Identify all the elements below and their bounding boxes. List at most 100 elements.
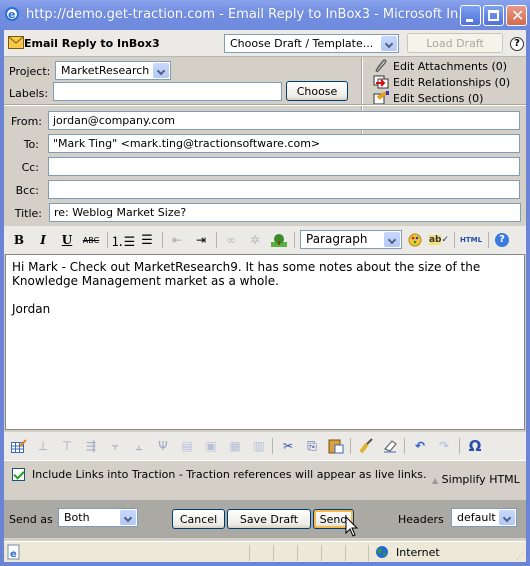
- labels-label: Labels:: [9, 87, 49, 100]
- table-properties-icon: ▥: [253, 439, 265, 453]
- close-button[interactable]: ✕: [506, 5, 527, 26]
- load-draft-button[interactable]: Load Draft: [407, 33, 503, 53]
- split-cells-icon: ▦: [229, 439, 241, 453]
- unordered-list-icon: ☰: [141, 232, 153, 248]
- cell-properties-icon: ▣: [205, 439, 217, 453]
- table-edit-icon: [11, 439, 27, 453]
- send-as-select[interactable]: Both: [58, 508, 138, 527]
- insert-row-above-button[interactable]: ⊥: [34, 437, 52, 455]
- chevron-down-icon: [384, 232, 400, 247]
- spellcheck-button[interactable]: ab ✓: [428, 231, 449, 249]
- insert-image-button[interactable]: [270, 231, 288, 249]
- split-cells-button[interactable]: ▦: [226, 437, 244, 455]
- insert-column-right-button[interactable]: ⫠: [130, 437, 148, 455]
- minimize-button[interactable]: [460, 5, 481, 26]
- to-input[interactable]: "Mark Ting" <mark.ting@tractionsoftware.…: [48, 134, 520, 153]
- paste-button[interactable]: [327, 437, 345, 455]
- remove-format-button[interactable]: [381, 437, 399, 455]
- merge-cells-button[interactable]: ▤: [178, 437, 196, 455]
- table-edit-button[interactable]: [10, 437, 28, 455]
- paste-icon: [328, 439, 344, 454]
- toolbar-separator: [459, 438, 460, 454]
- clean-format-button[interactable]: [357, 437, 375, 455]
- delete-row-icon: ⇶: [85, 439, 97, 453]
- paragraph-format-value: Paragraph: [306, 232, 368, 246]
- html-source-button[interactable]: HTML: [458, 231, 484, 249]
- help-icon[interactable]: ?: [510, 37, 524, 51]
- project-value: MarketResearch: [61, 64, 150, 77]
- form-title: Email Reply to InBox3: [24, 37, 160, 50]
- cell-properties-button[interactable]: ▣: [202, 437, 220, 455]
- headers-select[interactable]: default: [451, 508, 517, 527]
- chevron-down-icon: [499, 510, 515, 525]
- edit-relationships-link[interactable]: Edit Relationships (0): [373, 75, 510, 89]
- simplify-html-link[interactable]: ▲ Simplify HTML: [432, 473, 520, 486]
- outdent-button[interactable]: ⇤: [168, 231, 186, 249]
- delete-column-button[interactable]: Ψ: [154, 437, 172, 455]
- image-icon: [271, 234, 287, 247]
- insert-column-left-button[interactable]: ⫟: [106, 437, 124, 455]
- edit-relationships-label: Edit Relationships (0): [393, 76, 511, 89]
- special-char-button[interactable]: Ω: [466, 437, 484, 455]
- underline-button[interactable]: U: [58, 231, 76, 249]
- draft-template-value: Choose Draft / Template...: [230, 37, 374, 50]
- toolbar-separator: [454, 232, 455, 248]
- project-select[interactable]: MarketResearch: [55, 61, 171, 80]
- unlink-button[interactable]: ✲: [246, 231, 264, 249]
- status-divider: [321, 545, 322, 561]
- indent-icon: ⇥: [195, 233, 207, 247]
- form-header: Email Reply to InBox3 Choose Draft / Tem…: [4, 30, 526, 57]
- sections-icon: [373, 91, 389, 105]
- window-title: http://demo.get-traction.com - Email Rep…: [26, 7, 471, 22]
- relationships-icon: [373, 75, 389, 89]
- message-body-editor[interactable]: Hi Mark - Check out MarketResearch9. It …: [5, 254, 525, 430]
- toolbar-separator: [350, 438, 351, 454]
- link-button[interactable]: ∞: [222, 231, 240, 249]
- body-paragraph: Hi Mark - Check out MarketResearch9. It …: [12, 260, 481, 288]
- simplify-html-label: Simplify HTML: [441, 473, 520, 486]
- bold-button[interactable]: B: [10, 231, 28, 249]
- insert-row-below-icon: ⊤: [61, 439, 73, 453]
- mouse-cursor-icon: [345, 516, 359, 537]
- bcc-label: Bcc:: [15, 184, 39, 197]
- maximize-button[interactable]: [483, 5, 504, 26]
- undo-button[interactable]: ↶: [411, 437, 429, 455]
- cc-input[interactable]: [48, 157, 520, 176]
- save-draft-button[interactable]: Save Draft: [227, 509, 311, 529]
- ordered-list-button[interactable]: ⒈☰: [111, 231, 136, 250]
- emoticon-button[interactable]: [406, 231, 424, 249]
- bcc-input[interactable]: [48, 180, 520, 199]
- include-links-checkbox[interactable]: [12, 468, 25, 481]
- maximize-icon: [488, 10, 499, 21]
- insert-column-right-icon: ⫠: [135, 438, 143, 453]
- choose-labels-button[interactable]: Choose: [286, 81, 348, 101]
- from-input[interactable]: jordan@company.com: [48, 111, 520, 130]
- insert-row-below-button[interactable]: ⊤: [58, 437, 76, 455]
- labels-input[interactable]: [53, 82, 282, 101]
- edit-attachments-link[interactable]: Edit Attachments (0): [373, 59, 507, 73]
- delete-row-button[interactable]: ⇶: [82, 437, 100, 455]
- copy-button[interactable]: ⎘: [303, 437, 321, 455]
- insert-row-above-icon: ⊥: [37, 439, 49, 453]
- draft-template-select[interactable]: Choose Draft / Template...: [224, 34, 399, 53]
- chevron-down-icon: [153, 63, 169, 78]
- include-links-label: Include Links into Traction - Traction r…: [32, 468, 427, 481]
- redo-icon: ↷: [438, 439, 450, 453]
- title-input[interactable]: re: Weblog Market Size?: [49, 203, 521, 222]
- strikethrough-button[interactable]: ABC: [82, 231, 100, 249]
- cancel-button[interactable]: Cancel: [172, 509, 225, 529]
- paragraph-format-select[interactable]: Paragraph: [300, 230, 402, 249]
- to-label: To:: [23, 138, 39, 151]
- editor-help-button[interactable]: ?: [493, 231, 511, 249]
- indent-button[interactable]: ⇥: [192, 231, 210, 249]
- title-label: Title:: [14, 207, 42, 220]
- chevron-down-icon: [120, 510, 136, 525]
- resize-grip[interactable]: ⋰: [516, 552, 524, 561]
- redo-button[interactable]: ↷: [435, 437, 453, 455]
- italic-button[interactable]: I: [34, 231, 52, 249]
- cut-button[interactable]: ✂: [279, 437, 297, 455]
- unordered-list-button[interactable]: ☰: [138, 231, 156, 249]
- table-properties-button[interactable]: ▥: [250, 437, 268, 455]
- formatting-toolbar: B I U ABC ⒈☰ ☰ ⇤ ⇥ ∞ ✲ Paragraph ab ✓ HTM…: [4, 226, 526, 254]
- edit-sections-link[interactable]: Edit Sections (0): [373, 91, 483, 105]
